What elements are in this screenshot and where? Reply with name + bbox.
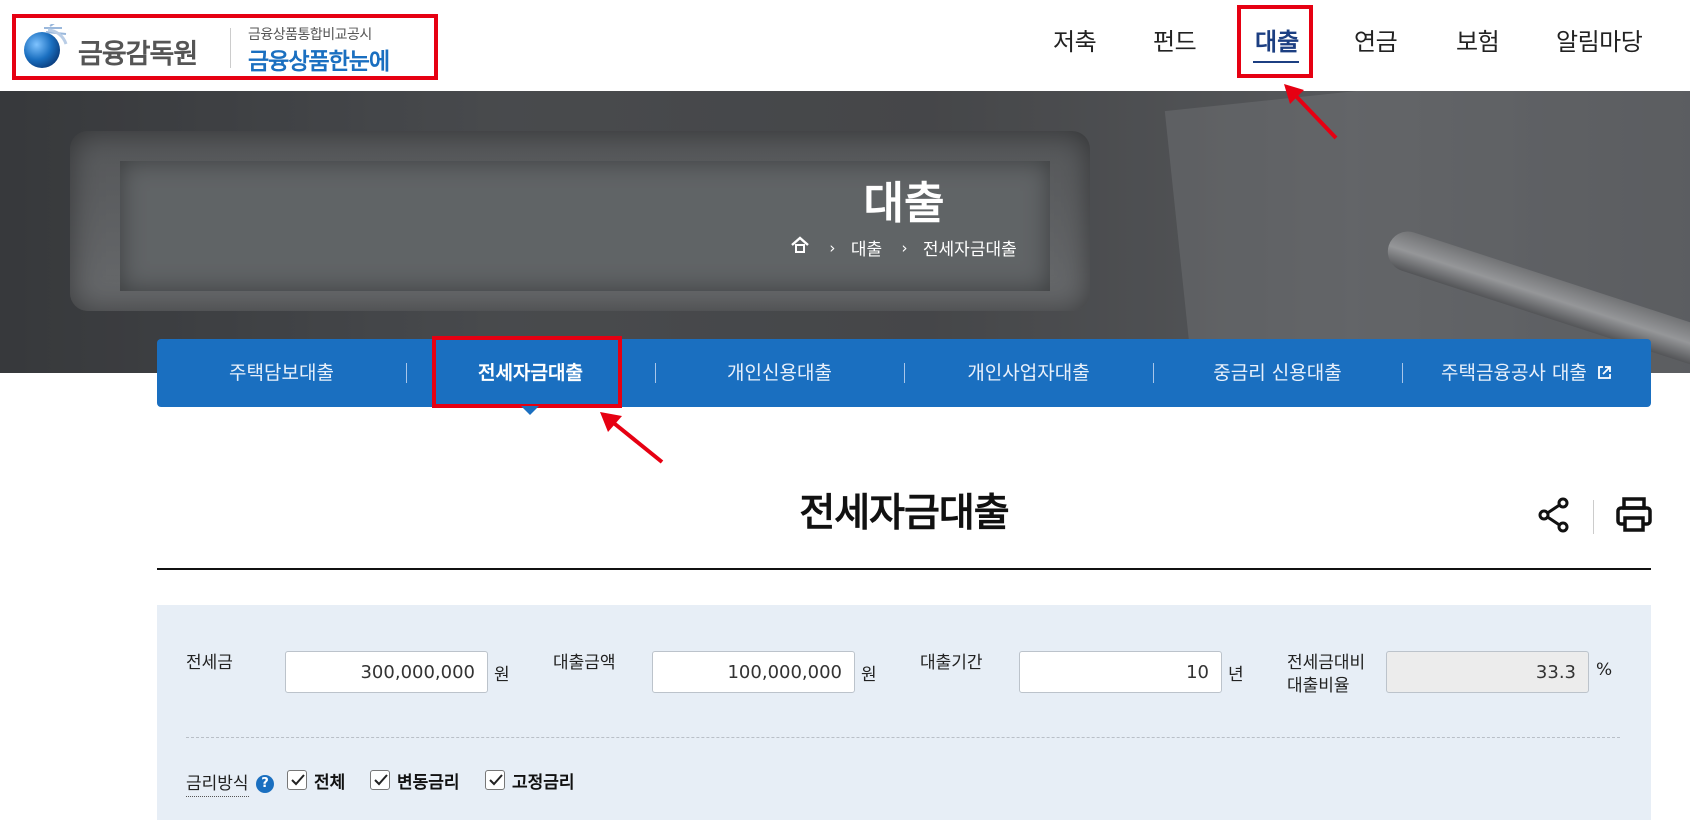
breadcrumb-separator: › — [901, 238, 908, 257]
ratio-label-line2: 대출비율 — [1287, 676, 1350, 696]
help-icon[interactable]: ? — [256, 775, 274, 793]
share-icon[interactable] — [1536, 496, 1572, 534]
form-divider — [186, 737, 1620, 738]
tab-mortgage-loan[interactable]: 주택담보대출 — [157, 339, 406, 407]
annotation-arrow-icon — [600, 412, 664, 464]
annotation-highlight-box — [432, 336, 622, 408]
tab-hf-loan[interactable]: 주택금융공사 대출 — [1402, 339, 1651, 407]
tab-mid-rate-credit-loan[interactable]: 중금리 신용대출 — [1153, 339, 1402, 407]
breadcrumb: › 대출 › 전세자금대출 — [790, 235, 1017, 260]
checkbox-variable-rate[interactable] — [370, 770, 390, 790]
nav-savings[interactable]: 저축 — [1053, 22, 1097, 57]
ratio-unit: % — [1596, 660, 1613, 680]
deposit-label: 전세금 — [186, 653, 233, 673]
tab-business-loan[interactable]: 개인사업자대출 — [904, 339, 1153, 407]
loan-period-label: 대출기간 — [920, 653, 983, 673]
site-logo[interactable]: 금융감독원 금융상품통합비교공시 금융상품한눈에 — [12, 14, 438, 80]
tab-hf-loan-label: 주택금융공사 대출 — [1441, 362, 1587, 384]
tools-divider — [1593, 500, 1594, 534]
ratio-output: 33.3 — [1386, 651, 1589, 693]
checkbox-all[interactable] — [287, 770, 307, 790]
rate-type-label: 금리방식 — [186, 772, 249, 797]
title-rule — [157, 568, 1651, 570]
hero-title: 대출 — [863, 178, 945, 229]
checkbox-all-label[interactable]: 전체 — [314, 768, 345, 793]
home-icon[interactable] — [790, 236, 810, 259]
loan-amount-unit: 원 — [861, 665, 877, 685]
active-tab-pointer — [521, 406, 539, 415]
hero-banner: 대출 › 대출 › 전세자금대출 — [0, 91, 1690, 373]
print-icon[interactable] — [1615, 496, 1653, 534]
tab-personal-credit-loan[interactable]: 개인신용대출 — [655, 339, 904, 407]
external-link-icon — [1598, 366, 1611, 379]
globe-logo-icon — [24, 24, 68, 68]
checkbox-variable-rate-label[interactable]: 변동금리 — [397, 768, 460, 793]
hero-overlay — [0, 91, 1690, 373]
breadcrumb-item-loans[interactable]: 대출 — [851, 235, 882, 260]
logo-site-name: 금융상품한눈에 — [248, 49, 390, 75]
nav-funds[interactable]: 펀드 — [1153, 22, 1197, 57]
nav-insurance[interactable]: 보험 — [1456, 22, 1500, 57]
nav-notice[interactable]: 알림마당 — [1556, 22, 1643, 57]
annotation-arrow-icon — [1284, 84, 1338, 140]
deposit-unit: 원 — [494, 665, 510, 685]
page-title: 전세자금대출 — [799, 491, 1009, 536]
loan-period-unit: 년 — [1228, 665, 1244, 685]
logo-subtitle: 금융상품통합비교공시 — [248, 27, 372, 43]
loan-type-tabs: 주택담보대출 전세자금대출 개인신용대출 개인사업자대출 중금리 신용대출 주택… — [157, 339, 1651, 407]
checkbox-fixed-rate[interactable] — [485, 770, 505, 790]
logo-divider — [230, 28, 231, 68]
loan-period-input[interactable]: 10 — [1019, 651, 1222, 693]
breadcrumb-item-jeonse-loan[interactable]: 전세자금대출 — [923, 235, 1017, 260]
checkbox-fixed-rate-label[interactable]: 고정금리 — [512, 768, 575, 793]
deposit-input[interactable]: 300,000,000 — [285, 651, 488, 693]
loan-amount-input[interactable]: 100,000,000 — [652, 651, 855, 693]
nav-pension[interactable]: 연금 — [1354, 22, 1398, 57]
site-header: 금융감독원 금융상품통합비교공시 금융상품한눈에 저축 펀드 대출 연금 보험 … — [0, 0, 1690, 91]
breadcrumb-separator: › — [829, 238, 836, 257]
nav-active-underline — [1253, 61, 1299, 63]
logo-org-name: 금융감독원 — [78, 39, 198, 70]
loan-amount-label: 대출금액 — [553, 653, 616, 673]
nav-loans[interactable]: 대출 — [1255, 22, 1299, 57]
